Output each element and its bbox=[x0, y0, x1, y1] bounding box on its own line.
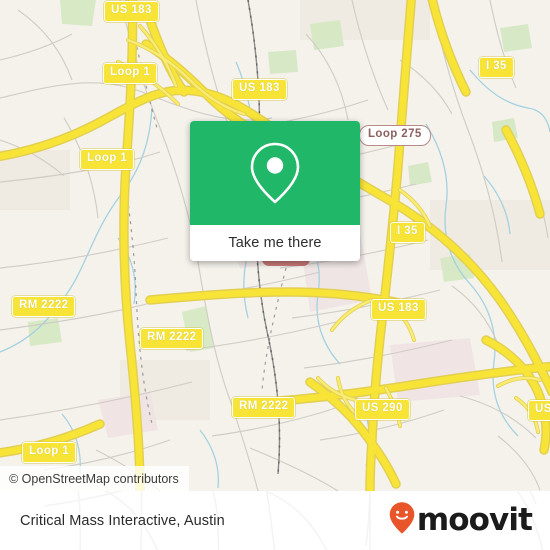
footer-content: Critical Mass Interactive, Austin moovit bbox=[0, 491, 550, 550]
road-shield-rm2222-west: RM 2222 bbox=[12, 296, 76, 317]
popup-image-area bbox=[190, 121, 360, 225]
road-shield-rm2222-south: RM 2222 bbox=[232, 397, 296, 418]
popup-cta-bar[interactable]: Take me there bbox=[190, 225, 360, 261]
map-attribution[interactable]: © OpenStreetMap contributors bbox=[0, 466, 189, 491]
road-shield-us183-southeast: US 183 bbox=[371, 299, 426, 320]
road-shield-loop275: Loop 275 bbox=[359, 125, 431, 146]
location-pin-icon bbox=[247, 141, 303, 205]
map-attribution-text: © OpenStreetMap contributors bbox=[9, 471, 179, 486]
road-shield-us183-center: US 183 bbox=[232, 79, 287, 100]
map-popup-card[interactable]: Take me there bbox=[190, 121, 360, 261]
road-shield-i35-northeast: I 35 bbox=[479, 57, 514, 78]
place-title: Critical Mass Interactive, Austin bbox=[20, 512, 225, 529]
road-shield-i35-east: I 35 bbox=[390, 222, 425, 243]
road-shield-us183-north: US 183 bbox=[104, 1, 159, 22]
footer-bar: Critical Mass Interactive, Austin moovit bbox=[0, 491, 550, 550]
road-shield-us-east-clipped: US 2 bbox=[528, 400, 550, 421]
map-screenshot-root: US 183 Loop 1 US 183 I 35 Loop 275 Loop … bbox=[0, 0, 550, 550]
moovit-smiley-pin-icon bbox=[388, 501, 416, 540]
road-shield-loop1-north: Loop 1 bbox=[103, 63, 158, 84]
moovit-brand-logo[interactable]: moovit bbox=[388, 501, 533, 540]
road-shield-rm2222-center: RM 2222 bbox=[140, 328, 204, 349]
popup-cta-label: Take me there bbox=[228, 235, 322, 251]
road-shield-loop1-west: Loop 1 bbox=[80, 149, 135, 170]
road-shield-loop1-southwest: Loop 1 bbox=[22, 442, 77, 463]
road-shield-us290: US 290 bbox=[355, 399, 410, 420]
moovit-wordmark: moovit bbox=[416, 502, 533, 538]
